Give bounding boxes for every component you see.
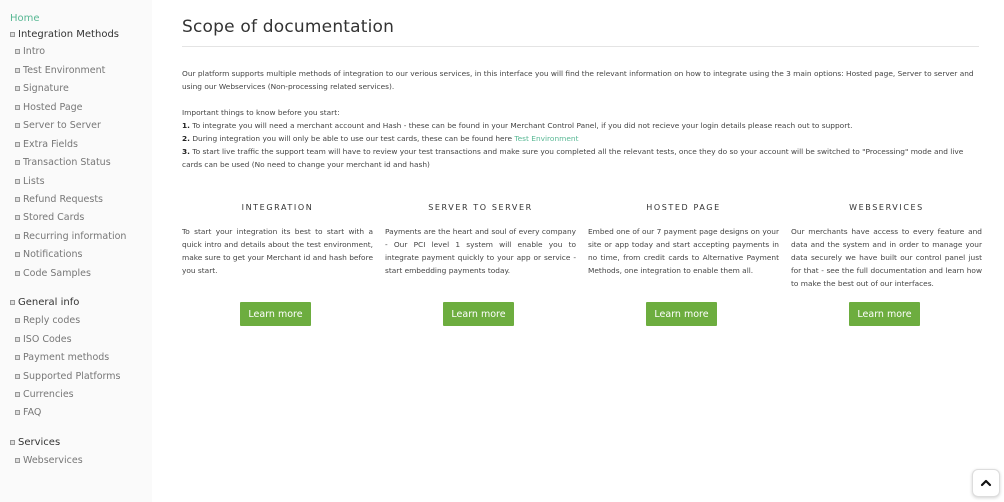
expand-icon bbox=[10, 300, 15, 305]
sidebar-item-iso-codes[interactable]: ISO Codes bbox=[15, 334, 72, 345]
expand-icon bbox=[15, 271, 20, 276]
expand-icon bbox=[15, 458, 20, 463]
column-title: HOSTED PAGE bbox=[646, 203, 721, 212]
sidebar-group-integration-methods[interactable]: Integration Methods bbox=[10, 29, 119, 40]
sidebar-item-server-to-server[interactable]: Server to Server bbox=[15, 120, 101, 131]
sidebar-home-link[interactable]: Home bbox=[10, 13, 40, 24]
sidebar-item-signature[interactable]: Signature bbox=[15, 83, 69, 94]
expand-icon bbox=[15, 123, 20, 128]
expand-icon bbox=[15, 86, 20, 91]
step-2: 2. During integration you will only be a… bbox=[182, 134, 579, 143]
step-1: 1. To integrate you will need a merchant… bbox=[182, 121, 853, 130]
sidebar-item-hosted-page[interactable]: Hosted Page bbox=[15, 102, 83, 113]
expand-icon bbox=[15, 142, 20, 147]
column-text: To start your integration its best to st… bbox=[182, 227, 373, 275]
sidebar: Home Integration Methods Intro Test Envi… bbox=[0, 0, 152, 502]
expand-icon bbox=[15, 68, 20, 73]
title-divider bbox=[182, 46, 979, 47]
column-title: SERVER TO SERVER bbox=[428, 203, 533, 212]
column-hosted-page: HOSTED PAGE Embed one of our 7 payment p… bbox=[588, 200, 779, 277]
sidebar-group-label: Services bbox=[18, 437, 61, 448]
chevron-up-icon bbox=[980, 479, 992, 487]
expand-icon bbox=[15, 252, 20, 257]
sidebar-item-recurring-information[interactable]: Recurring information bbox=[15, 231, 126, 242]
column-title: WEBSERVICES bbox=[849, 203, 924, 212]
page-title: Scope of documentation bbox=[182, 17, 395, 37]
column-text: Our merchants have access to every featu… bbox=[791, 227, 982, 288]
sidebar-item-refund-requests[interactable]: Refund Requests bbox=[15, 194, 103, 205]
step-3: 3. To start live traffic the support tea… bbox=[182, 147, 964, 169]
expand-icon bbox=[15, 318, 20, 323]
sidebar-group-general-info[interactable]: General info bbox=[10, 297, 79, 308]
sidebar-item-currencies[interactable]: Currencies bbox=[15, 389, 74, 400]
column-text: Embed one of our 7 payment page designs … bbox=[588, 227, 779, 275]
sidebar-item-intro[interactable]: Intro bbox=[15, 46, 45, 57]
sidebar-item-transaction-status[interactable]: Transaction Status bbox=[15, 157, 111, 168]
sidebar-item-lists[interactable]: Lists bbox=[15, 176, 45, 187]
expand-icon bbox=[15, 337, 20, 342]
expand-icon bbox=[15, 410, 20, 415]
sidebar-group-services[interactable]: Services bbox=[10, 437, 60, 448]
sidebar-item-stored-cards[interactable]: Stored Cards bbox=[15, 212, 84, 223]
learn-more-integration-button[interactable]: Learn more bbox=[240, 302, 311, 326]
expand-icon bbox=[15, 234, 20, 239]
test-environment-link[interactable]: Test Environment bbox=[514, 134, 578, 143]
expand-icon bbox=[15, 179, 20, 184]
expand-icon bbox=[10, 32, 15, 37]
column-text: Payments are the heart and soul of every… bbox=[385, 227, 576, 275]
expand-icon bbox=[10, 440, 15, 445]
column-title: INTEGRATION bbox=[241, 203, 314, 212]
sidebar-item-supported-platforms[interactable]: Supported Platforms bbox=[15, 371, 120, 382]
expand-icon bbox=[15, 160, 20, 165]
sidebar-item-payment-methods[interactable]: Payment methods bbox=[15, 352, 109, 363]
expand-icon bbox=[15, 197, 20, 202]
learn-more-hosted-page-button[interactable]: Learn more bbox=[646, 302, 717, 326]
expand-icon bbox=[15, 215, 20, 220]
sidebar-item-test-environment[interactable]: Test Environment bbox=[15, 65, 105, 76]
expand-icon bbox=[15, 374, 20, 379]
expand-icon bbox=[15, 392, 20, 397]
column-server-to-server: SERVER TO SERVER Payments are the heart … bbox=[385, 200, 576, 277]
expand-icon bbox=[15, 49, 20, 54]
intro-paragraph: Our platform supports multiple methods o… bbox=[182, 69, 974, 91]
expand-icon bbox=[15, 105, 20, 110]
sidebar-item-notifications[interactable]: Notifications bbox=[15, 249, 82, 260]
sidebar-item-webservices[interactable]: Webservices bbox=[15, 455, 83, 466]
learn-more-server-to-server-button[interactable]: Learn more bbox=[443, 302, 514, 326]
sidebar-item-extra-fields[interactable]: Extra Fields bbox=[15, 139, 78, 150]
scroll-to-top-button[interactable] bbox=[972, 469, 1000, 497]
sidebar-group-label: General info bbox=[18, 297, 80, 308]
sidebar-item-code-samples[interactable]: Code Samples bbox=[15, 268, 91, 279]
expand-icon bbox=[15, 355, 20, 360]
column-integration: INTEGRATION To start your integration it… bbox=[182, 200, 373, 277]
sidebar-group-label: Integration Methods bbox=[18, 29, 119, 40]
important-heading: Important things to know before you star… bbox=[182, 108, 340, 117]
learn-more-webservices-button[interactable]: Learn more bbox=[849, 302, 920, 326]
sidebar-item-reply-codes[interactable]: Reply codes bbox=[15, 315, 80, 326]
column-webservices: WEBSERVICES Our merchants have access to… bbox=[791, 200, 982, 290]
sidebar-item-faq[interactable]: FAQ bbox=[15, 407, 41, 418]
